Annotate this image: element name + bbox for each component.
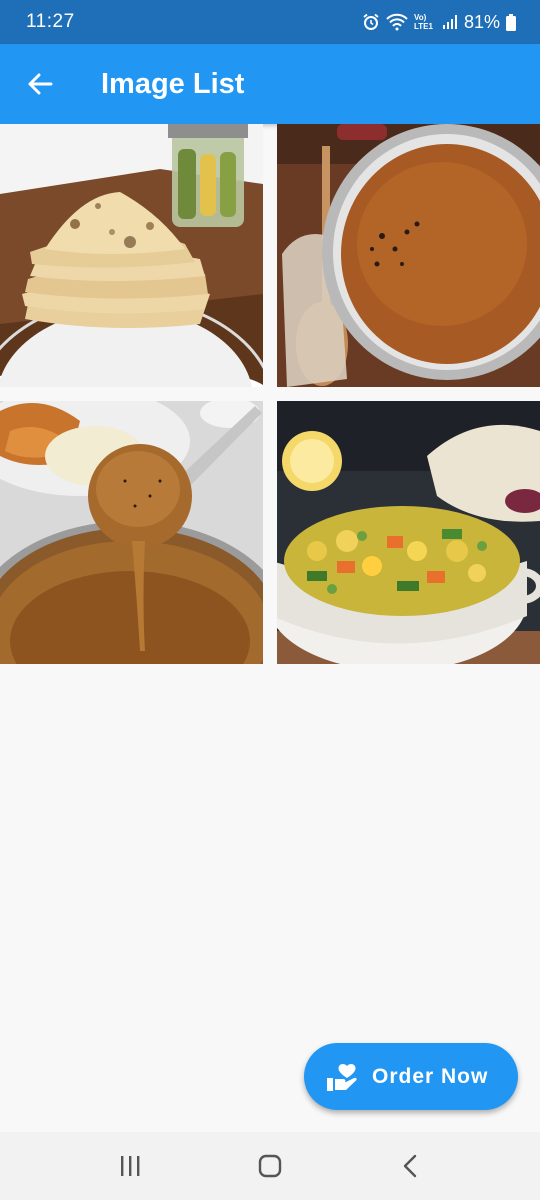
system-nav-bar [0, 1132, 540, 1200]
home-button[interactable] [240, 1141, 300, 1191]
wifi-icon [386, 13, 408, 31]
order-now-label: Order Now [372, 1064, 489, 1088]
arrow-back-icon [28, 73, 53, 95]
back-icon [403, 1154, 417, 1178]
recent-apps-button[interactable] [100, 1141, 160, 1191]
recent-apps-icon [121, 1156, 140, 1176]
vegetable-curry-image[interactable] [277, 401, 540, 664]
order-now-button[interactable]: Order Now [304, 1043, 518, 1110]
battery-icon [506, 13, 516, 31]
status-time: 11:27 [26, 11, 75, 32]
home-icon [258, 1154, 282, 1178]
gravy-ladle-image[interactable] [0, 401, 263, 664]
hand-heart-icon [327, 1063, 357, 1091]
nav-back-button[interactable] [380, 1141, 440, 1191]
dal-pan-image[interactable] [277, 124, 540, 387]
flatbread-stack-image[interactable] [0, 124, 263, 387]
volte-icon: Vo) LTE1 [413, 13, 433, 31]
page-title: Image List [101, 67, 245, 100]
app-bar: Image List [0, 44, 540, 124]
back-button[interactable] [20, 64, 60, 104]
status-bar: 11:27 Vo) LTE1 81% [0, 0, 540, 44]
alarm-icon [363, 13, 379, 30]
battery-percent: 81% [463, 11, 500, 32]
status-icons: Vo) LTE1 81% [362, 12, 516, 33]
signal-icon [442, 15, 457, 29]
